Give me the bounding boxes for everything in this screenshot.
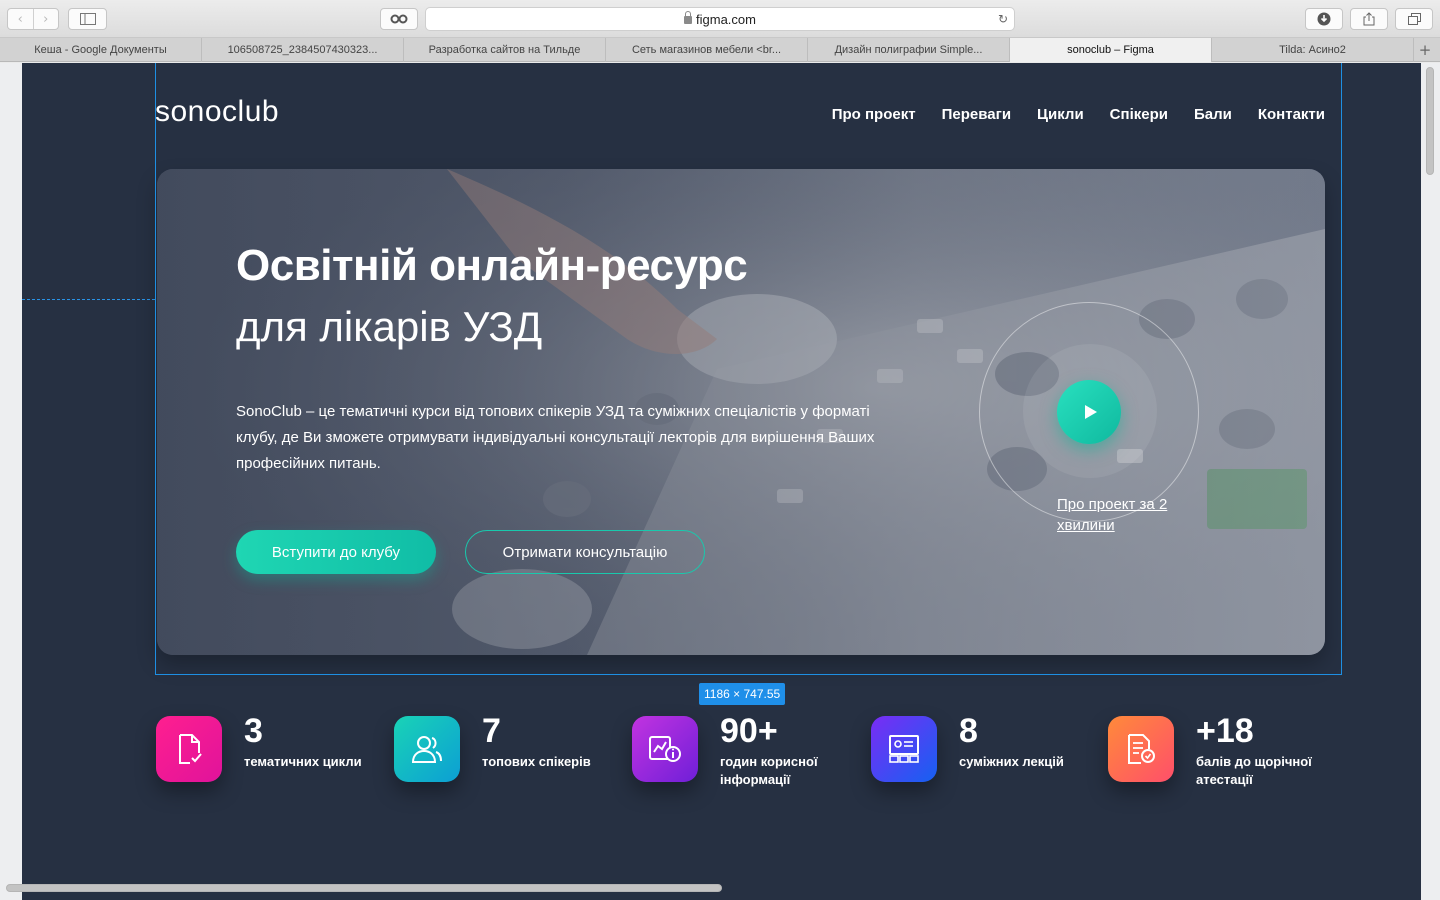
address-bar[interactable]: figma.com ↻ xyxy=(425,7,1015,31)
users-icon xyxy=(394,716,460,782)
nav-benefits[interactable]: Переваги xyxy=(942,106,1011,123)
hero-subtitle: для лікарів УЗД xyxy=(236,303,543,350)
hero-description: SonoClub – це тематичні курси від топови… xyxy=(236,403,875,472)
site-nav: Про проект Переваги Цикли Спікери Бали К… xyxy=(832,106,1325,123)
back-button[interactable]: ‹ xyxy=(8,9,34,29)
stat-label: тематичних цикли xyxy=(244,754,362,769)
stat-lectures: 8 суміжних лекцій xyxy=(871,712,1099,782)
download-icon xyxy=(1317,12,1331,26)
stat-label: топових спікерів xyxy=(482,754,591,769)
nav-speakers[interactable]: Спікери xyxy=(1110,106,1168,123)
tab-image[interactable]: 106508725_2384507430323... xyxy=(202,38,404,62)
nav-cycles[interactable]: Цикли xyxy=(1037,106,1084,123)
stat-label: суміжних лекцій xyxy=(959,754,1064,769)
play-video-button[interactable] xyxy=(1057,380,1121,444)
reload-icon[interactable]: ↻ xyxy=(998,12,1008,26)
stat-hours: 90+ годин корисної інформації xyxy=(632,712,860,789)
hero-banner: Освітній онлайн-ресурс для лікарів УЗД S… xyxy=(157,169,1325,655)
tab-tilda-dev[interactable]: Разработка сайтов на Тильде xyxy=(404,38,606,62)
hero-title: Освітній онлайн-ресурс xyxy=(236,241,748,290)
private-mode-button[interactable] xyxy=(380,8,418,30)
stat-label: балів до щорічної атестації xyxy=(1196,754,1312,787)
nav-contacts[interactable]: Контакти xyxy=(1258,106,1325,123)
design-canvas[interactable]: sonoclub Про проект Переваги Цикли Спіке… xyxy=(22,63,1421,900)
chart-info-icon xyxy=(632,716,698,782)
horizontal-scrollbar[interactable] xyxy=(6,884,722,892)
tab-furniture[interactable]: Сеть магазинов мебели <br... xyxy=(606,38,808,62)
certificate-icon xyxy=(1108,716,1174,782)
share-icon xyxy=(1363,12,1375,26)
lock-icon xyxy=(684,11,693,24)
stat-number: 90+ xyxy=(720,712,778,750)
downloads-button[interactable] xyxy=(1305,8,1343,30)
nav-points[interactable]: Бали xyxy=(1194,106,1232,123)
stat-label: годин корисної інформації xyxy=(720,754,818,787)
document-check-icon xyxy=(156,716,222,782)
history-buttons: ‹ › xyxy=(7,8,59,30)
forward-button[interactable]: › xyxy=(34,9,59,29)
site-logo[interactable]: sonoclub xyxy=(155,95,279,129)
browser-tabs: Кеша - Google Документы 106508725_238450… xyxy=(0,38,1440,62)
selection-dimensions: 1186 × 747.55 xyxy=(699,683,786,705)
stat-number: 8 xyxy=(959,712,978,750)
vertical-scrollbar[interactable] xyxy=(1426,67,1434,175)
url-text: figma.com xyxy=(696,11,756,27)
tab-overview-button[interactable] xyxy=(1395,8,1433,30)
stat-points: +18 балів до щорічної атестації xyxy=(1108,712,1336,789)
stat-speakers: 7 топових спікерів xyxy=(394,712,622,782)
get-consultation-button[interactable]: Отримати консультацію xyxy=(465,530,705,574)
figma-viewport: sonoclub Про проект Переваги Цикли Спіке… xyxy=(0,63,1440,900)
share-button[interactable] xyxy=(1350,8,1388,30)
sidebar-toggle-button[interactable] xyxy=(68,8,107,30)
tab-sonoclub-figma[interactable]: sonoclub – Figma xyxy=(1010,38,1212,62)
new-tab-button[interactable]: + xyxy=(1414,38,1436,62)
stat-number: 7 xyxy=(482,712,501,750)
stat-number: +18 xyxy=(1196,712,1254,750)
stat-number: 3 xyxy=(244,712,263,750)
layout-guide xyxy=(22,299,155,300)
tabs-icon xyxy=(1407,13,1421,25)
browser-toolbar: ‹ › figma.com ↻ xyxy=(0,0,1440,38)
join-club-button[interactable]: Вступити до клубу xyxy=(236,530,436,574)
tab-google-docs[interactable]: Кеша - Google Документы xyxy=(0,38,202,62)
presentation-icon xyxy=(871,716,937,782)
mask-icon xyxy=(390,14,408,24)
video-link[interactable]: Про проект за 2 хвилини xyxy=(1057,494,1187,536)
tab-tilda-asino[interactable]: Tilda: Асино2 xyxy=(1212,38,1414,62)
nav-about[interactable]: Про проект xyxy=(832,106,916,123)
sidebar-icon xyxy=(79,13,96,25)
stat-cycles: 3 тематичних цикли xyxy=(156,712,384,782)
tab-print-design[interactable]: Дизайн полиграфии Simple... xyxy=(808,38,1010,62)
